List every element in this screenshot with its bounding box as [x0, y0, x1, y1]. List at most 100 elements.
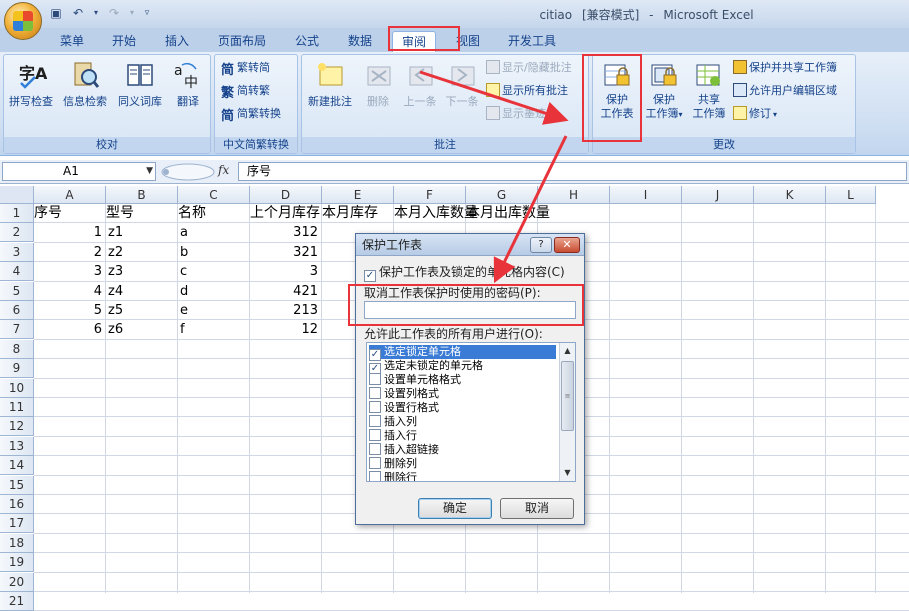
column-header-L[interactable]: L: [826, 186, 876, 204]
allow-edit-ranges-button[interactable]: 允许用户编辑区域: [733, 82, 837, 100]
tab-home[interactable]: 开始: [104, 31, 144, 52]
research-button[interactable]: 信息检索: [60, 59, 110, 109]
column-header-B[interactable]: B: [106, 186, 178, 204]
row-header-11[interactable]: 11: [0, 398, 34, 417]
previous-comment-button[interactable]: 上一条: [400, 59, 440, 109]
row-header-20[interactable]: 20: [0, 572, 34, 592]
row-header-3[interactable]: 3: [0, 242, 34, 262]
protect-share-workbook-button[interactable]: 保护并共享工作簿: [733, 59, 837, 77]
thesaurus-button[interactable]: 同义词库: [114, 59, 166, 109]
dialog-close-button[interactable]: ✕: [554, 237, 580, 253]
tab-data[interactable]: 数据: [340, 31, 380, 52]
row-header-15[interactable]: 15: [0, 475, 34, 495]
new-comment-button[interactable]: 新建批注: [304, 59, 356, 109]
row-header-12[interactable]: 12: [0, 417, 34, 437]
cancel-button[interactable]: 取消: [500, 498, 574, 519]
row-header-13[interactable]: 13: [0, 436, 34, 456]
permissions-list[interactable]: ✓ 选定锁定单元格 ✓ 选定未锁定的单元格 设置单元格格式 设置列格式 设置行格式 插入列 插入…: [366, 342, 576, 482]
table-cell[interactable]: 3: [34, 262, 102, 281]
row-header-8[interactable]: 8: [0, 339, 34, 359]
column-header-D[interactable]: D: [250, 186, 322, 204]
column-header-H[interactable]: H: [538, 186, 610, 204]
tab-menu[interactable]: 菜单: [52, 31, 92, 52]
table-cell[interactable]: e: [180, 301, 188, 320]
row-header-14[interactable]: 14: [0, 456, 34, 476]
tab-developer[interactable]: 开发工具: [500, 31, 564, 52]
track-changes-button[interactable]: 修订 ▾: [733, 105, 777, 123]
table-cell[interactable]: z3: [108, 262, 123, 281]
column-header-A[interactable]: A: [34, 186, 106, 204]
row-header-7[interactable]: 7: [0, 320, 34, 340]
row-header-16[interactable]: 16: [0, 495, 34, 514]
checkbox-unchecked-icon[interactable]: [369, 415, 381, 427]
tab-formulas[interactable]: 公式: [287, 31, 327, 52]
show-hide-comment-button[interactable]: 显示/隐藏批注: [486, 59, 572, 77]
protect-workbook-button[interactable]: 保护 工作簿▾: [641, 59, 687, 122]
tab-insert[interactable]: 插入: [157, 31, 197, 52]
table-cell[interactable]: f: [180, 320, 185, 339]
permission-item[interactable]: 插入列: [369, 415, 556, 429]
formula-bar-expander-icon[interactable]: [160, 162, 216, 182]
chinese-convert-button[interactable]: 简简繁转换: [221, 105, 281, 124]
table-cell[interactable]: z6: [108, 320, 123, 339]
column-header-E[interactable]: E: [322, 186, 394, 204]
table-cell[interactable]: 321: [250, 243, 318, 262]
table-cell[interactable]: z2: [108, 243, 123, 262]
show-all-comments-button[interactable]: 显示所有批注: [486, 82, 568, 100]
table-cell[interactable]: 312: [250, 223, 318, 242]
table-cell[interactable]: 6: [34, 320, 102, 339]
column-header-K[interactable]: K: [754, 186, 826, 204]
cell-header[interactable]: 本月出库数量: [466, 204, 550, 223]
scroll-up-icon[interactable]: ▲: [560, 344, 575, 358]
permission-item[interactable]: 插入超链接: [369, 443, 556, 457]
row-header-10[interactable]: 10: [0, 378, 34, 398]
table-cell[interactable]: z5: [108, 301, 123, 320]
column-header-I[interactable]: I: [610, 186, 682, 204]
table-cell[interactable]: c: [180, 262, 187, 281]
permission-item[interactable]: 设置单元格格式: [369, 373, 556, 387]
trad-to-simp-button[interactable]: 简繁转简: [221, 59, 270, 78]
table-cell[interactable]: d: [180, 282, 188, 301]
scroll-down-icon[interactable]: ▼: [560, 466, 575, 480]
table-cell[interactable]: z4: [108, 282, 123, 301]
table-cell[interactable]: a: [180, 223, 188, 242]
permission-item[interactable]: ✓ 选定锁定单元格: [369, 345, 556, 361]
table-cell[interactable]: 1: [34, 223, 102, 242]
checkbox-unchecked-icon[interactable]: [369, 373, 381, 385]
tab-page-layout[interactable]: 页面布局: [210, 31, 274, 52]
row-header-4[interactable]: 4: [0, 262, 34, 282]
table-cell[interactable]: 3: [250, 262, 318, 281]
column-header-J[interactable]: J: [682, 186, 754, 204]
table-cell[interactable]: 421: [250, 282, 318, 301]
table-cell[interactable]: 2: [34, 243, 102, 262]
row-header-21[interactable]: 21: [0, 592, 34, 611]
cell-header[interactable]: 序号: [34, 204, 62, 223]
dialog-help-button[interactable]: ?: [530, 237, 552, 253]
permission-item[interactable]: 设置列格式: [369, 387, 556, 401]
insert-function-icon[interactable]: fx: [218, 163, 229, 177]
table-cell[interactable]: 4: [34, 282, 102, 301]
name-box-dropdown-icon[interactable]: ▼: [146, 163, 153, 180]
row-header-2[interactable]: 2: [0, 223, 34, 243]
row-header-17[interactable]: 17: [0, 514, 34, 534]
checkbox-unchecked-icon[interactable]: [369, 443, 381, 455]
cell-header[interactable]: 本月库存: [322, 204, 378, 223]
next-comment-button[interactable]: 下一条: [442, 59, 482, 109]
row-header-18[interactable]: 18: [0, 533, 34, 553]
translate-button[interactable]: a中 翻译: [168, 59, 208, 109]
table-cell[interactable]: z1: [108, 223, 123, 242]
checkbox-unchecked-icon[interactable]: [369, 429, 381, 441]
cell-header[interactable]: 名称: [178, 204, 206, 223]
column-header-F[interactable]: F: [394, 186, 466, 204]
permission-item[interactable]: 插入行: [369, 429, 556, 443]
permission-item[interactable]: 删除行: [369, 471, 556, 481]
table-cell[interactable]: 213: [250, 301, 318, 320]
name-box[interactable]: A1 ▼: [2, 162, 156, 181]
row-header-19[interactable]: 19: [0, 553, 34, 573]
table-cell[interactable]: b: [180, 243, 188, 262]
row-header-1[interactable]: 1: [0, 204, 34, 223]
office-button[interactable]: [4, 2, 42, 40]
cell-header[interactable]: 上个月库存: [250, 204, 320, 223]
row-header-9[interactable]: 9: [0, 359, 34, 379]
share-workbook-button[interactable]: 共享 工作簿: [689, 59, 729, 121]
